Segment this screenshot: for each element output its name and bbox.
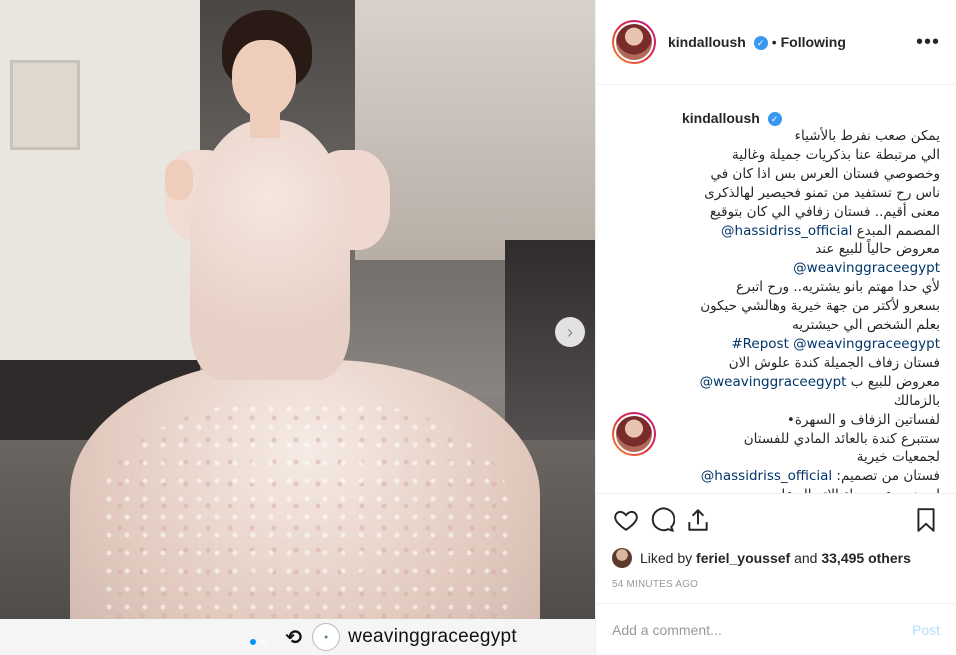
caption-line: المصمم المبدع @hassidriss_official	[612, 222, 940, 241]
caption-line-text: لأي حدا مهتم بانو يشتريه.. ورح اتبرع	[735, 279, 940, 296]
comment-button[interactable]	[644, 502, 680, 538]
caption-line: معنى أقيم.. فستان زفافي الي كان بتوقيع	[612, 203, 940, 222]
caption: kindalloush ✓ يمكن صعب نفرط بالأشياء الي …	[612, 85, 940, 493]
likes-middle: and	[794, 550, 818, 566]
following-button[interactable]: Following	[781, 34, 846, 50]
action-bar	[596, 493, 956, 545]
caption-line-text: لفساتين الزفاف و السهرة•	[786, 411, 940, 428]
photo-background	[10, 60, 80, 150]
likes-summary: Liked by feriel_youssef and 33,495 other…	[596, 545, 956, 571]
caption-line-text: فستان من تصميم:	[832, 468, 940, 485]
heart-icon	[614, 510, 638, 531]
carousel-dot	[260, 639, 266, 645]
caption-line: وخصوصي فستان العرس بس اذا كان في	[612, 165, 940, 184]
caption-link[interactable]: @weavinggraceegypt	[793, 260, 940, 276]
caption-line-text: وخصوصي فستان العرس بس اذا كان في	[710, 165, 940, 182]
carousel-next-button[interactable]: ›	[555, 317, 585, 347]
caption-line: ستتبرع كندة بالعائد المادي للفستان	[612, 430, 940, 449]
caption-link[interactable]: @hassidriss_official	[701, 468, 832, 484]
photo-dress	[100, 400, 510, 640]
caption-line: بالزمالك	[612, 392, 940, 411]
caption-line-text: بالزمالك	[893, 392, 940, 409]
photo-subject	[165, 160, 193, 200]
caption-line-text: ناس رح تستفيد من تمنو فحيصير لهالذكرى	[704, 184, 940, 201]
caption-line-text: ستتبرع كندة بالعائد المادي للفستان	[743, 430, 940, 447]
liker-username[interactable]: feriel_youssef	[696, 550, 790, 566]
author-username[interactable]: kindalloush ✓	[668, 34, 768, 51]
save-button[interactable]	[908, 502, 944, 538]
photo-dress	[190, 120, 350, 380]
carousel-indicator	[250, 639, 266, 645]
caption-line: الي مرتبطة عنا بذكريات جميلة وغالية	[612, 146, 940, 165]
caption-username[interactable]: kindalloush ✓	[612, 109, 940, 127]
caption-line: فستان من تصميم: @hassidriss_official	[612, 467, 940, 486]
repost-avatar: ●	[312, 623, 341, 651]
caption-line-text: لجمعيات خيرية	[856, 449, 940, 466]
bookmark-icon	[917, 507, 935, 532]
caption-line-text: فستان زفاف الجميلة كندة علوش الان	[728, 354, 940, 371]
caption-line: ناس رح تستفيد من تمنو فحيصير لهالذكرى	[612, 184, 940, 203]
likes-prefix: Liked by	[640, 550, 693, 566]
caption-link[interactable]: @hassidriss_official	[721, 223, 852, 239]
caption-link[interactable]: @weavinggraceegypt	[700, 374, 847, 390]
comment-author-avatar[interactable]	[612, 412, 656, 456]
chevron-right-icon: ›	[567, 321, 573, 342]
caption-line-text: الي مرتبطة عنا بذكريات جميلة وغالية	[732, 146, 940, 163]
add-comment-bar: Post	[596, 603, 956, 655]
caption-line: لأي حدا مهتم بانو يشتريه.. ورح اتبرع	[612, 278, 940, 297]
post-comment-button[interactable]: Post	[912, 622, 940, 638]
caption-line: يمكن صعب نفرط بالأشياء	[612, 127, 940, 146]
caption-line-text: لحجز موعد برجاء الاتصال على	[770, 487, 940, 493]
caption-line: لجمعيات خيرية	[612, 448, 940, 467]
caption-line: @weavinggraceegypt	[612, 259, 940, 278]
post-header: kindalloush ✓ • Following •••	[596, 0, 956, 85]
caption-text: kindalloush ✓ يمكن صعب نفرط بالأشياء الي …	[612, 109, 940, 493]
like-button[interactable]	[608, 502, 644, 538]
author-avatar[interactable]	[612, 20, 656, 64]
caption-line-text: بسعرو لأكتر من جهة خيرية وهالشي حيكون	[700, 298, 940, 315]
verified-badge-icon: ✓	[753, 36, 768, 51]
comment-input[interactable]	[612, 621, 912, 638]
caption-line: بسعرو لأكتر من جهة خيرية وهالشي حيكون	[612, 297, 940, 316]
caption-line-text: يمكن صعب نفرط بالأشياء	[794, 128, 940, 144]
photo-background	[355, 0, 595, 260]
caption-line: لفساتين الزفاف و السهرة•	[612, 411, 940, 430]
verified-badge-icon: ✓	[767, 112, 782, 127]
caption-line: معروض للبيع ب @weavinggraceegypt	[612, 373, 940, 392]
likes-count[interactable]: 33,495 others	[821, 550, 911, 566]
caption-line-text: معنى أقيم.. فستان زفافي الي كان بتوقيع	[709, 203, 940, 220]
caption-line-text: المصمم المبدع	[852, 222, 940, 239]
repost-watermark: ⟲ ● weavinggraceegypt	[0, 619, 595, 655]
more-options-icon[interactable]: •••	[916, 31, 940, 54]
caption-line-text: معروض حالياً للبيع عند	[815, 241, 940, 258]
carousel-dot-active	[250, 639, 256, 645]
photo-subject	[232, 40, 296, 118]
liker-avatar[interactable]	[612, 548, 632, 568]
caption-line: لحجز موعد برجاء الاتصال على	[612, 486, 940, 493]
comment-icon	[651, 507, 675, 532]
repost-handle: weavinggraceegypt	[348, 626, 517, 647]
share-button[interactable]	[680, 502, 716, 538]
repost-icon: ⟲	[285, 626, 303, 649]
header-separator: •	[771, 34, 777, 50]
caption-line-text: معروض للبيع ب	[846, 373, 940, 390]
post-photo[interactable]: ⟲ ● weavinggraceegypt	[0, 0, 595, 655]
caption-line-text: بعلم الشخص الي حيشتريه	[792, 317, 940, 334]
post-side-panel: kindalloush ✓ • Following ••• kindallous…	[595, 0, 956, 655]
share-icon	[688, 508, 708, 531]
caption-line: فستان زفاف الجميلة كندة علوش الان	[612, 354, 940, 373]
post-timestamp[interactable]: 54 MINUTES AGO	[596, 571, 956, 599]
caption-line: #Repost @weavinggraceegypt	[612, 335, 940, 354]
caption-line: معروض حالياً للبيع عند	[612, 240, 940, 259]
caption-line: بعلم الشخص الي حيشتريه	[612, 316, 940, 335]
caption-link[interactable]: #Repost @weavinggraceegypt	[731, 336, 940, 352]
